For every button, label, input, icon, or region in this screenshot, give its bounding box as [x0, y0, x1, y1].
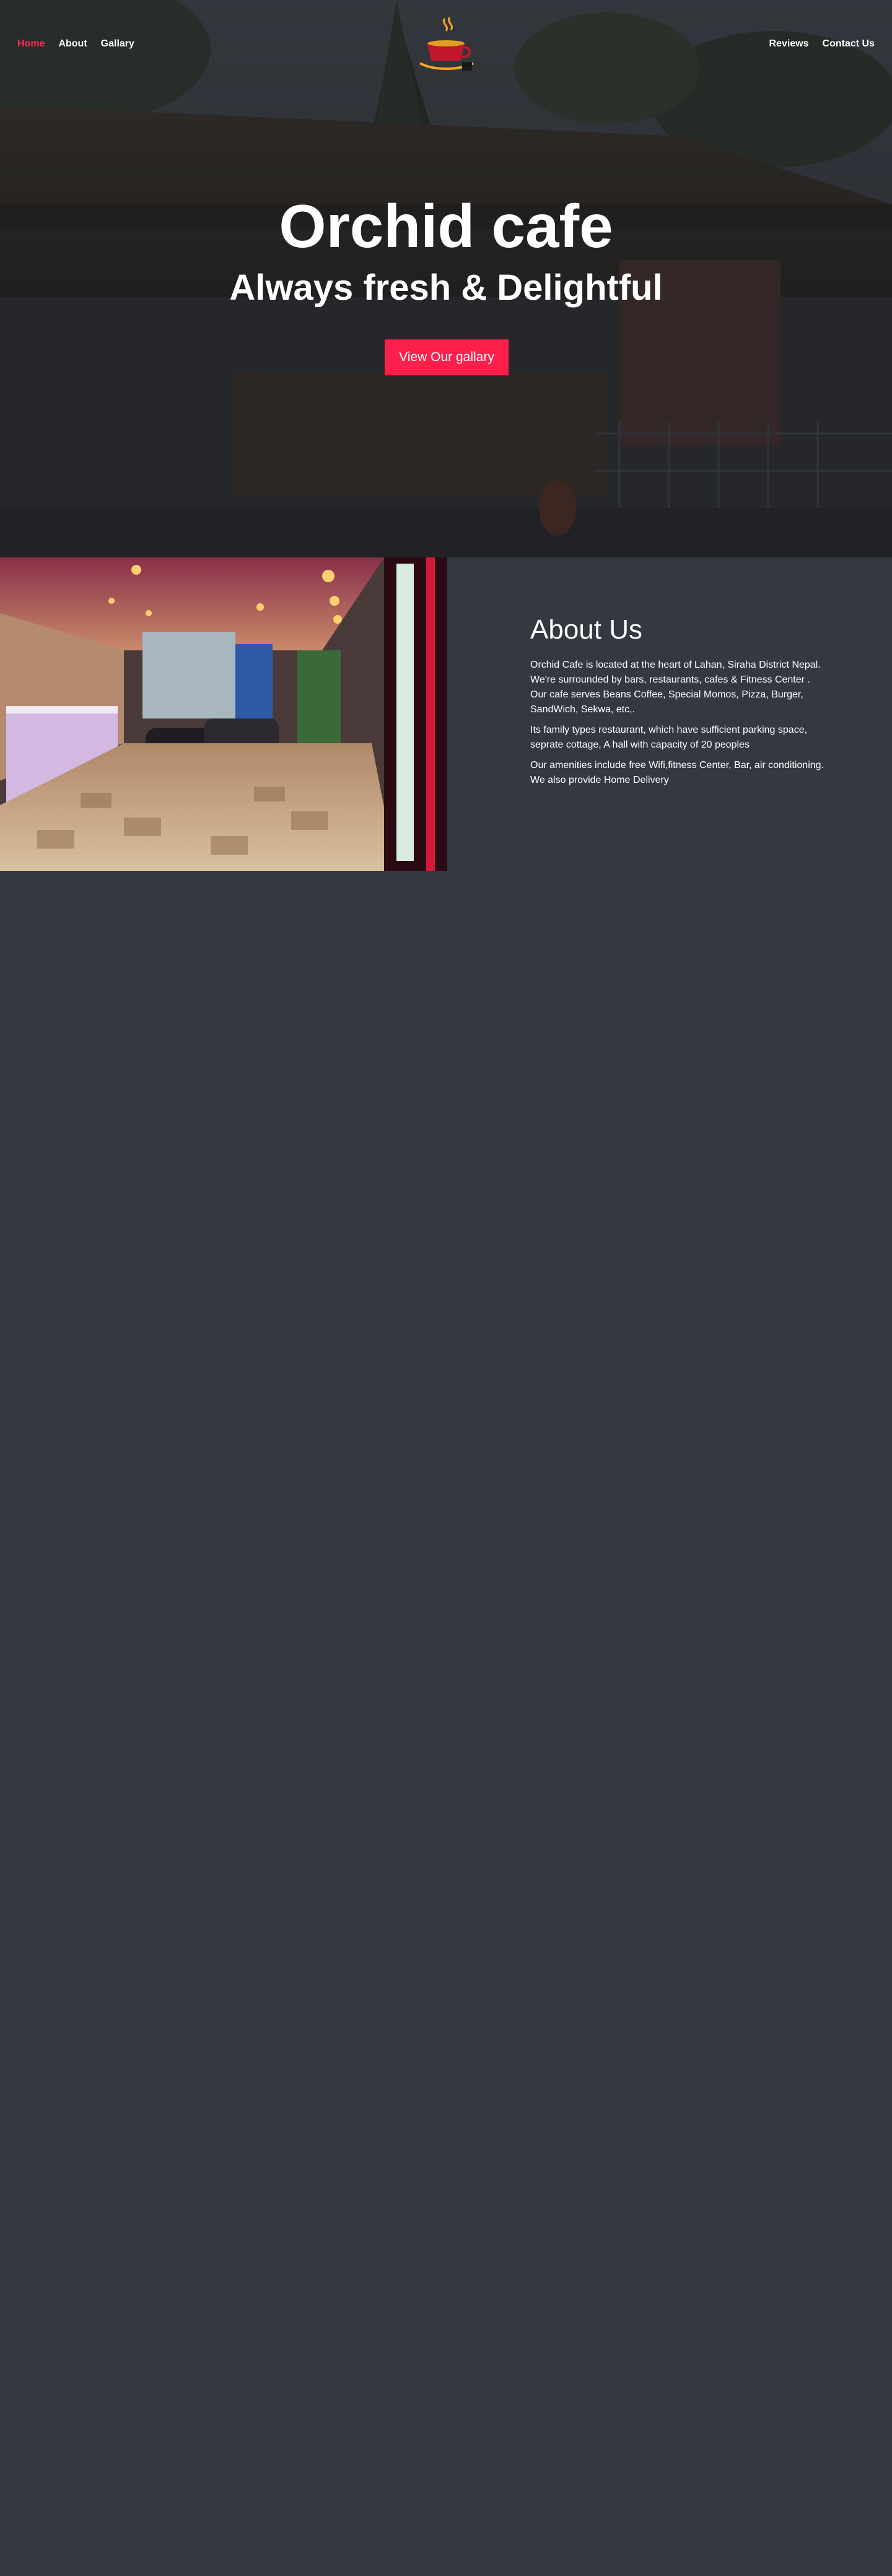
- view-gallery-button[interactable]: View Our gallary: [385, 339, 509, 375]
- about-heading: About Us: [530, 614, 642, 645]
- hero-title: Orchid cafe: [279, 192, 613, 260]
- nav-gallary[interactable]: Gallary: [94, 37, 141, 51]
- hero-section: Home About Gallary Reviews Contact Us Or…: [0, 0, 892, 557]
- nav-contact-us[interactable]: Contact Us: [816, 37, 875, 51]
- about-paragraph-2: Its family types restaurant, which have …: [530, 725, 808, 750]
- about-section: About Us Orchid Cafe is located at the h…: [530, 613, 828, 793]
- nav-about[interactable]: About: [51, 37, 94, 51]
- coffee-cup-logo-icon[interactable]: [409, 12, 483, 74]
- cafe-interior-photo: [0, 557, 447, 871]
- hero-subtitle: Always fresh & Delightful: [229, 268, 663, 308]
- main-nav-right: Reviews Contact Us: [763, 37, 875, 51]
- about-paragraph-3: Our amenities include free Wifi,fitness …: [530, 760, 824, 785]
- cafe-interior-image: [0, 557, 447, 871]
- nav-reviews[interactable]: Reviews: [763, 37, 816, 51]
- nav-home[interactable]: Home: [17, 37, 51, 51]
- main-nav-left: Home About Gallary: [17, 37, 141, 51]
- about-paragraph-1: Orchid Cafe is located at the heart of L…: [530, 660, 821, 715]
